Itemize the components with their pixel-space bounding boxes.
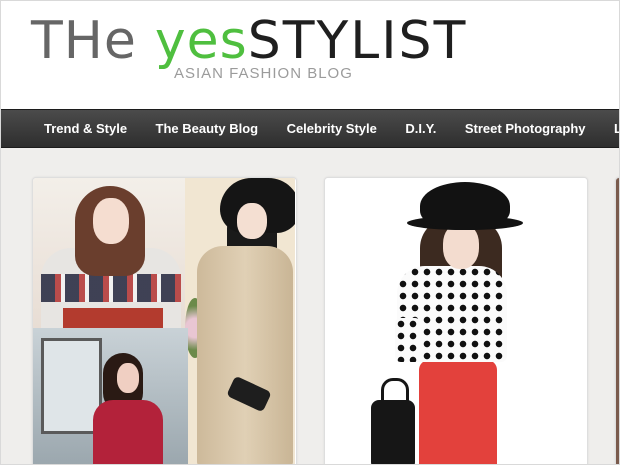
post-image-sweater[interactable]: [33, 178, 185, 328]
post-image-beige-outfit[interactable]: [185, 178, 295, 464]
logo-yes: yes: [154, 11, 248, 71]
logo-tagline: ASIAN FASHION BLOG: [174, 65, 353, 82]
post-image-polka-dot-model[interactable]: [325, 178, 587, 464]
site-logo[interactable]: THe yesSTYLIST ASIAN FASHION BLOG: [31, 13, 465, 93]
logo-wordmark: THe yesSTYLIST: [31, 13, 467, 69]
main-nav: Trend & Style The Beauty Blog Celebrity …: [1, 109, 619, 148]
nav-item-trend-style[interactable]: Trend & Style: [32, 110, 139, 147]
nav-item-lifestyle[interactable]: Lifes: [602, 110, 619, 147]
post-image-red-dress[interactable]: [33, 328, 188, 464]
browser-viewport: THe yesSTYLIST ASIAN FASHION BLOG Trend &…: [0, 0, 620, 465]
post-card[interactable]: [32, 177, 297, 464]
nav-item-street-photography[interactable]: Street Photography: [453, 110, 598, 147]
nav-item-beauty-blog[interactable]: The Beauty Blog: [144, 110, 271, 147]
post-card-partial[interactable]: [615, 177, 619, 464]
nav-item-celebrity-style[interactable]: Celebrity Style: [275, 110, 389, 147]
post-card[interactable]: [324, 177, 588, 464]
nav-item-diy[interactable]: D.I.Y.: [393, 110, 448, 147]
site-header: THe yesSTYLIST ASIAN FASHION BLOG: [1, 1, 619, 109]
logo-the: THe: [31, 11, 137, 71]
logo-stylist: STYLIST: [247, 11, 468, 71]
